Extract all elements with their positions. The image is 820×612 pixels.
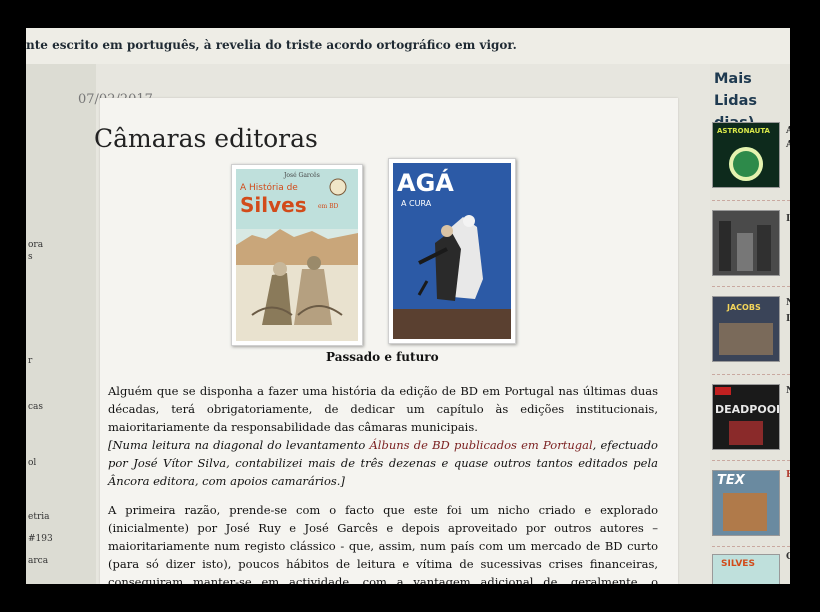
thumb-label: SILVES [721,559,755,569]
edge-letter: I [786,314,790,324]
thumb-label: JACOBS [727,303,761,312]
blog-tagline: nte escrito em português, à revelia do t… [26,38,517,52]
edge-letter: A [786,126,790,136]
sidebar-fragment[interactable]: r [28,356,32,366]
image-caption: Passado e futuro [326,350,439,364]
thumb-label: TEX [717,473,745,488]
silves-small-cover-icon[interactable]: SILVES [712,554,780,584]
book-cover-silves[interactable]: José Garcês A História de Silves em BD [231,164,363,346]
thumb-divider [712,546,790,547]
sidebar-fragment[interactable]: s [28,252,33,262]
cover-author: José Garcês [284,172,320,179]
cover-title-line1: A História de [240,183,298,193]
paragraph-2-link[interactable]: Álbuns de BD publicados em Portugal [369,438,592,452]
edge-letter: N [786,298,790,308]
paragraph-3: A primeira razão, prende-se com o facto … [108,503,658,584]
edge-letter: C [786,552,790,562]
thumb-label: DEADPOOL [715,403,780,416]
jacobs-cover-icon[interactable]: JACOBS [712,296,780,362]
mais-lidas-line1: Mais Lidas [714,71,758,109]
book-cover-aga[interactable]: AGÁ A CURA [388,158,516,344]
thumb-divider [712,286,790,287]
left-sidebar: ora s r cas ol etria #193 arca [26,64,96,584]
cover-title: AGÁ [397,169,454,197]
paragraph-1: Alguém que se disponha a fazer uma histó… [108,384,658,434]
astronauta-cover-icon[interactable]: ASTRONAUTA [712,122,780,188]
post-title[interactable]: Câmaras editoras [94,124,318,153]
cover-subtitle: A CURA [401,199,432,208]
sidebar-fragment[interactable]: arca [28,556,48,566]
cover-title-suffix: em BD [318,203,339,210]
cover-title-line2: Silves [240,193,307,217]
edge-letter: I [786,214,790,224]
thumb-divider [712,200,790,201]
edge-letter: N [786,386,790,396]
sidebar-fragment[interactable]: cas [28,402,43,412]
browser-screen: nte escrito em português, à revelia do t… [26,28,790,584]
blog-header: nte escrito em português, à revelia do t… [26,28,790,64]
thumb-divider [712,374,790,375]
sidebar-fragment[interactable]: ol [28,458,36,468]
city-comic-cover-icon[interactable] [712,210,780,276]
sidebar-fragment[interactable]: ora [28,240,43,250]
sidebar-fragment[interactable]: etria [28,512,50,522]
paragraph-2-prefix: [Numa leitura na diagonal do levantament… [108,438,370,452]
tex-cover-icon[interactable]: TEX [712,470,780,536]
deadpool-cover-icon[interactable]: DEADPOOL [712,384,780,450]
thumb-label: ASTRONAUTA [717,127,770,135]
thumb-divider [712,460,790,461]
paragraph-2: [Numa leitura na diagonal do levantament… [108,436,658,490]
edge-letter: E [786,470,790,480]
sidebar-fragment[interactable]: #193 [28,534,53,544]
edge-letter: A [786,140,790,150]
